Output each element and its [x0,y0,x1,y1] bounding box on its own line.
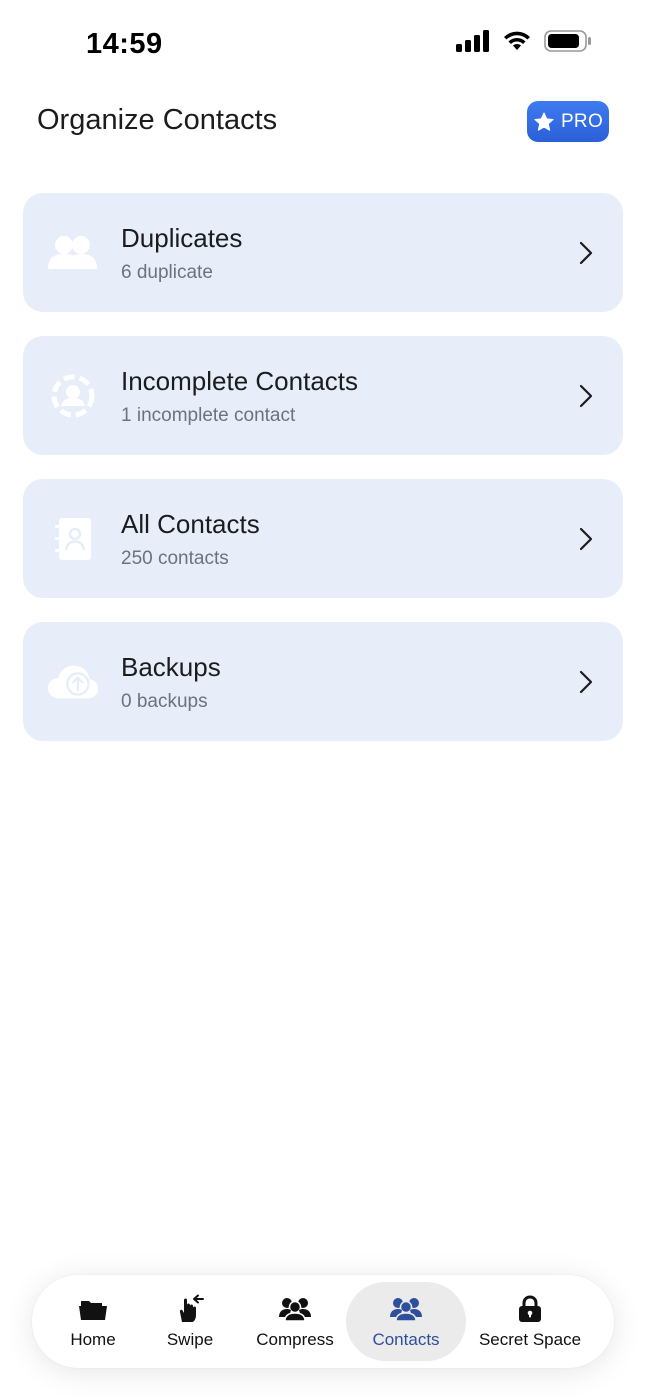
people-icon [279,1294,311,1324]
page-title: Organize Contacts [37,104,278,136]
cellular-signal-icon [456,30,489,52]
header: Organize Contacts PRO [0,92,646,152]
tab-label: Contacts [372,1329,440,1349]
swipe-hand-icon [174,1294,206,1324]
card-all-contacts[interactable]: All Contacts 250 contacts [23,479,623,598]
pro-label: PRO [560,110,604,132]
tab-swipe[interactable]: Swipe [150,1275,230,1368]
people-icon [47,230,99,276]
wifi-icon [504,31,530,50]
tab-bar: Home Swipe Compress Contacts Secret Spac… [32,1275,614,1368]
people-icon [390,1294,422,1324]
card-title: Incomplete Contacts [121,366,359,396]
card-duplicates[interactable]: Duplicates 6 duplicate [23,193,623,312]
card-subtitle: 1 incomplete contact [121,405,296,426]
tab-contacts[interactable]: Contacts [346,1282,466,1361]
tab-label: Compress [256,1329,334,1349]
screen: 14:59 Organize Contacts PRO Duplicates 6… [0,0,646,1400]
card-title: Duplicates [121,223,243,253]
status-icons [456,30,592,52]
chevron-right-icon [579,527,593,551]
card-incomplete-contacts[interactable]: Incomplete Contacts 1 incomplete contact [23,336,623,455]
card-subtitle: 250 contacts [121,548,229,569]
chevron-right-icon [579,384,593,408]
tab-label: Swipe [166,1329,214,1349]
tab-label: Home [70,1329,116,1349]
pro-button[interactable]: PRO [527,101,609,142]
card-title: All Contacts [121,509,260,539]
cards-list: Duplicates 6 duplicate Incomplete Contac… [23,193,623,765]
tab-home[interactable]: Home [50,1275,136,1368]
battery-icon [544,30,591,52]
card-backups[interactable]: Backups 0 backups [23,622,623,741]
address-book-icon [47,516,99,562]
tab-secret-space[interactable]: Secret Space [472,1275,588,1368]
status-time: 14:59 [86,28,163,60]
tab-compress[interactable]: Compress [244,1275,346,1368]
card-subtitle: 0 backups [121,691,208,712]
chevron-right-icon [579,670,593,694]
tab-label: Secret Space [478,1329,582,1349]
card-subtitle: 6 duplicate [121,262,213,283]
chevron-right-icon [579,241,593,265]
incomplete-contact-icon [47,373,99,419]
star-icon [534,111,554,131]
folder-icon [78,1294,108,1324]
cloud-upload-icon [47,659,99,705]
lock-icon [517,1294,543,1324]
status-bar: 14:59 [0,0,646,88]
card-title: Backups [121,652,221,682]
